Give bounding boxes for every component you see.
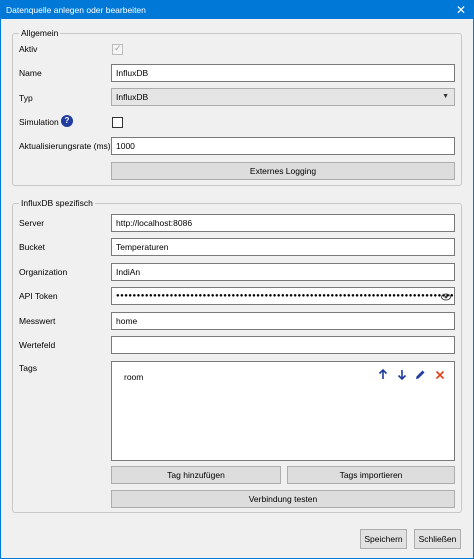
tag-actions [376,368,446,381]
influx-legend: InfluxDB spezifisch [19,198,95,208]
measurement-input[interactable]: home [111,312,455,330]
active-label: Aktiv [19,44,38,54]
arrow-up-icon[interactable] [376,368,389,381]
help-icon[interactable]: ? [61,115,73,127]
type-select[interactable]: InfluxDB ▼ [111,88,455,106]
general-group: Allgemein Aktiv ✓ Name InfluxDB Typ Infl… [12,28,462,186]
simulation-checkbox[interactable] [112,117,123,128]
tags-list: room [111,361,455,461]
type-select-value: InfluxDB [116,92,149,102]
chevron-down-icon: ▼ [442,93,449,100]
influx-group: InfluxDB spezifisch Server http://localh… [12,198,462,513]
type-label: Typ [19,93,33,103]
save-button[interactable]: Speichern [360,529,407,549]
external-logging-button[interactable]: Externes Logging [111,162,455,180]
rate-input[interactable]: 1000 [111,137,455,155]
window-title: Datenquelle anlegen oder bearbeiten [6,4,146,15]
token-label: API Token [19,291,58,301]
bucket-input[interactable]: Temperaturen [111,238,455,256]
name-input[interactable]: InfluxDB [111,64,455,82]
simulation-label: Simulation [19,117,59,127]
token-input[interactable]: ●●●●●●●●●●●●●●●●●●●●●●●●●●●●●●●●●●●●●●●●… [111,287,455,305]
general-legend: Allgemein [19,28,61,38]
field-input[interactable] [111,336,455,354]
tags-label: Tags [19,363,37,373]
test-connection-button[interactable]: Verbindung testen [111,490,455,508]
add-tag-button[interactable]: Tag hinzufügen [111,466,281,484]
org-input[interactable]: IndiAn [111,263,455,281]
name-label: Name [19,68,42,78]
eye-icon[interactable] [441,292,451,304]
delete-icon[interactable] [433,368,446,381]
list-item[interactable]: room [124,372,143,382]
close-button[interactable]: Schließen [414,529,461,549]
org-label: Organization [19,267,68,277]
arrow-down-icon[interactable] [395,368,408,381]
import-tags-button[interactable]: Tags importieren [287,466,455,484]
bucket-label: Bucket [19,242,45,252]
title-bar: Datenquelle anlegen oder bearbeiten ✕ [0,0,474,19]
pencil-icon[interactable] [414,368,427,381]
token-value: ●●●●●●●●●●●●●●●●●●●●●●●●●●●●●●●●●●●●●●●●… [116,293,455,299]
field-label: Wertefeld [19,340,56,350]
checkmark-icon: ✓ [114,43,122,53]
close-window-button[interactable]: ✕ [448,0,474,19]
server-input[interactable]: http://localhost:8086 [111,214,455,232]
rate-label: Aktualisierungsrate (ms) [19,141,111,151]
server-label: Server [19,218,45,228]
active-checkbox[interactable]: ✓ [112,43,123,55]
measurement-label: Messwert [19,316,56,326]
